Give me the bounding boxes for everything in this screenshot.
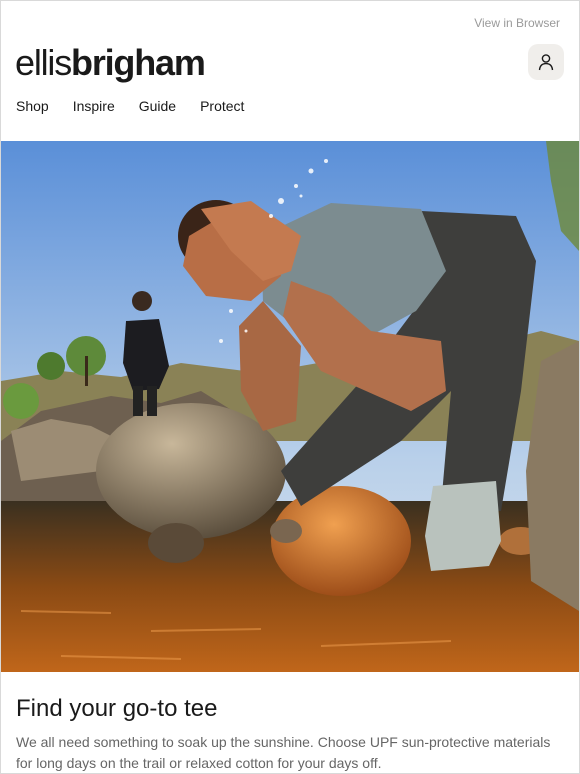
section-headline: Find your go-to tee: [16, 695, 218, 722]
account-button[interactable]: [528, 44, 564, 80]
nav-item-inspire[interactable]: Inspire: [73, 97, 115, 115]
hero-image[interactable]: [1, 141, 579, 672]
hero-photo: [1, 141, 579, 672]
view-in-browser-link[interactable]: View in Browser: [474, 16, 560, 30]
brand-logo-bold: brigham: [71, 42, 206, 83]
nav-item-shop[interactable]: Shop: [16, 97, 49, 115]
section-body-text: We all need something to soak up the sun…: [16, 734, 551, 771]
main-nav: Shop Inspire Guide Protect: [16, 97, 268, 115]
brand-logo[interactable]: ellisbrigham: [15, 40, 206, 86]
user-icon: [538, 54, 554, 71]
nav-item-protect[interactable]: Protect: [200, 97, 244, 115]
nav-item-guide[interactable]: Guide: [139, 97, 176, 115]
brand-logo-light: ellis: [15, 42, 72, 83]
